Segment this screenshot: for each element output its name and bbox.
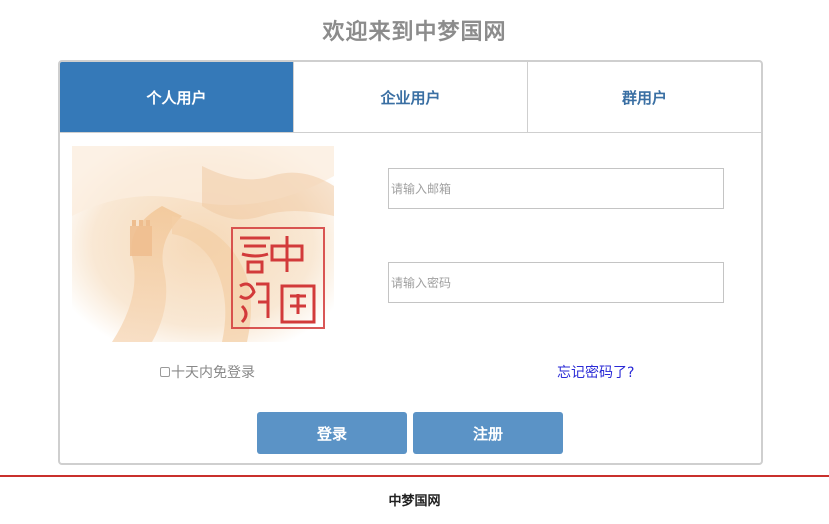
tab-group-user[interactable]: 群用户 — [527, 62, 761, 132]
email-field[interactable] — [388, 168, 724, 209]
remember-checkbox[interactable] — [160, 367, 170, 377]
tab-personal-user[interactable]: 个人用户 — [60, 62, 293, 132]
forgot-password-link[interactable]: 忘记密码了? — [557, 362, 634, 382]
page-title: 欢迎来到中梦国网 — [322, 20, 507, 45]
password-field[interactable] — [388, 262, 724, 303]
remember-label: 十天内免登录 — [171, 365, 255, 381]
remember-me: 十天内免登录 — [160, 362, 255, 382]
tab-enterprise-user[interactable]: 企业用户 — [293, 62, 527, 132]
login-button[interactable]: 登录 — [257, 412, 407, 454]
footer-text: 中梦国网 — [388, 494, 441, 509]
register-button[interactable]: 注册 — [413, 412, 563, 454]
footer-divider — [0, 475, 829, 477]
login-panel: 个人用户 企业用户 群用户 请输入邮箱 十天内免登录 忘记密码了? 登录 注册 — [58, 60, 763, 465]
user-type-tabs: 个人用户 企业用户 群用户 — [60, 62, 761, 133]
great-wall-seal-image — [72, 146, 334, 342]
